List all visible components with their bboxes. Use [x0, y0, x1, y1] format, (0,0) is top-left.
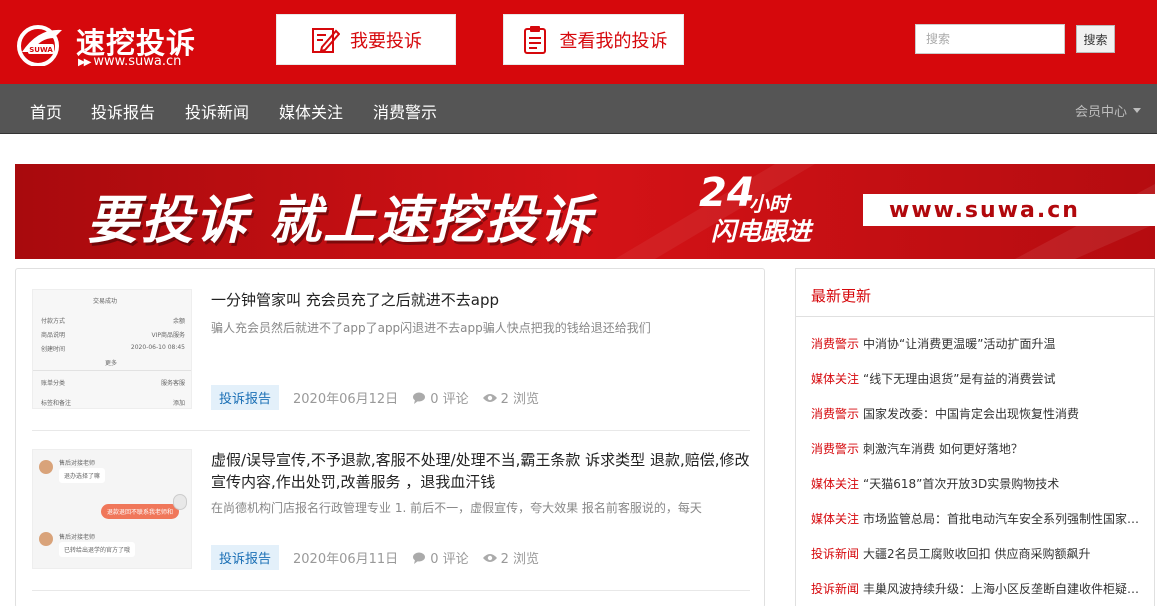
banner-url-strip: www.suwa.cn: [863, 194, 1155, 226]
banner-headline: 要投诉 就上速挖投诉: [87, 191, 594, 251]
logo-url-text: www.suwa.cn: [93, 54, 182, 69]
thumb-bubble: 已转给出退学的官方了哦: [59, 542, 136, 557]
article-date: 2020年06月11日: [293, 552, 399, 567]
news-item[interactable]: 媒体关注 “天猫618”首次开放3D实景购物技术: [811, 475, 1141, 492]
site-logo[interactable]: SUWA 速挖投诉 ▶▶ www.suwa.cn: [14, 18, 204, 72]
complain-button-label: 我要投诉: [350, 30, 422, 52]
article-meta: 投诉报告 2020年06月12日 0 评论 2 浏览: [211, 385, 539, 410]
news-title: 市场监管总局：首批电动汽车安全系列强制性国家标准: [863, 512, 1141, 526]
article-summary: 骗人充会员然后就进不了app了app闪退进不去app骗人快点把我的钱给退还给我们: [211, 321, 651, 335]
category-tag[interactable]: 投诉报告: [211, 545, 280, 570]
member-center-dropdown[interactable]: 会员中心: [1075, 101, 1141, 120]
promo-banner[interactable]: 要投诉 就上速挖投诉 24 小时 闪电跟进 www.suwa.cn: [15, 164, 1155, 259]
avatar: [173, 494, 187, 510]
news-category: 消费警示: [811, 337, 860, 351]
news-item[interactable]: 投诉新闻 大疆2名员工腐败收回扣 供应商采购额飙升: [811, 545, 1141, 562]
nav-media-attention[interactable]: 媒体关注: [279, 99, 343, 123]
comment-count: 0 评论: [412, 388, 469, 407]
news-title: 大疆2名员工腐败收回扣 供应商采购额飙升: [863, 547, 1091, 561]
latest-updates-header: 最新更新: [796, 269, 1154, 317]
member-center-label: 会员中心: [1074, 105, 1127, 120]
thumb-row: 商品说明 VIP商品服务: [41, 332, 185, 339]
thumb-row: 账单分类 服务客服: [41, 380, 185, 387]
thumb-bubble: 退款退回不联系我老师和: [101, 504, 180, 519]
news-title: 丰巢风波持续升级：上海小区反垄断自建收件柜疑遭封杀: [863, 582, 1141, 596]
thumb-title: 交易成功: [93, 298, 118, 305]
search-button[interactable]: 搜索: [1076, 25, 1115, 53]
news-category: 媒体关注: [811, 372, 860, 386]
news-category: 投诉新闻: [811, 547, 860, 561]
news-category: 媒体关注: [811, 512, 860, 526]
nav-complaint-news[interactable]: 投诉新闻: [185, 99, 249, 123]
banner-url: www.suwa.cn: [889, 197, 1080, 223]
main-nav: 首页 投诉报告 投诉新闻 媒体关注 消费警示 会员中心: [0, 84, 1157, 134]
thumb-name: 售后对接老师: [59, 534, 96, 541]
article-summary: 在尚德机构门店报名行政管理专业 1. 前后不一，虚假宣传，夸大效果 报名前客服说…: [211, 501, 702, 515]
news-item[interactable]: 消费警示 中消协“让消费更温暖”活动扩面升温: [811, 335, 1141, 352]
banner-follow-text: 闪电跟进: [711, 217, 812, 246]
news-category: 消费警示: [811, 407, 860, 421]
comment-count: 0 评论: [412, 548, 469, 567]
news-title: “线下无理由退货”是有益的消费尝试: [863, 372, 1056, 386]
thumb-row: 付款方式 余额: [41, 318, 185, 325]
article-list: 交易成功 付款方式 余额 商品说明 VIP商品服务 创建时间 2020-06-10 0…: [15, 268, 765, 606]
banner-24-number: 24: [699, 170, 755, 216]
eye-icon: [482, 393, 497, 402]
caret-down-icon: [1133, 108, 1141, 113]
nav-home[interactable]: 首页: [30, 99, 62, 123]
news-title: 国家发改委：中国肯定会出现恢复性消费: [863, 407, 1080, 421]
news-item[interactable]: 媒体关注 市场监管总局：首批电动汽车安全系列强制性国家标准: [811, 510, 1141, 527]
my-complaints-button[interactable]: 查看我的投诉: [503, 14, 684, 65]
complain-button[interactable]: 我要投诉: [276, 14, 456, 65]
logo-url: ▶▶ www.suwa.cn: [78, 54, 181, 69]
article-date: 2020年06月12日: [293, 392, 399, 407]
thumb-row: 标签和备注 添加: [41, 400, 185, 407]
logo-badge-text: SUWA: [29, 46, 53, 54]
view-count: 2 浏览: [482, 548, 539, 567]
my-complaints-button-label: 查看我的投诉: [559, 30, 668, 52]
news-item[interactable]: 消费警示 刺激汽车消费 如何更好落地？: [811, 440, 1141, 457]
avatar: [39, 460, 53, 474]
news-title: 中消协“让消费更温暖”活动扩面升温: [863, 337, 1056, 351]
article-item: 售后对接老师 退办选择了嘛 退款退回不联系我老师和 售后对接老师 已转给出退学的…: [32, 449, 750, 591]
news-category: 投诉新闻: [811, 582, 860, 596]
site-header: SUWA 速挖投诉 ▶▶ www.suwa.cn 我要投诉 查看我的投诉 搜索: [0, 0, 1157, 84]
article-title[interactable]: 虚假/误导宣传,不予退款,客服不处理/处理不当,霸王条款 诉求类型 退款,赔偿,…: [211, 449, 751, 493]
nav-complaint-reports[interactable]: 投诉报告: [91, 99, 155, 123]
double-arrow-icon: ▶▶: [78, 57, 91, 68]
news-item[interactable]: 投诉新闻 丰巢风波持续升级：上海小区反垄断自建收件柜疑遭封杀: [811, 580, 1141, 597]
news-title: “天猫618”首次开放3D实景购物技术: [863, 477, 1060, 491]
banner-24h-badge: 24 小时 闪电跟进: [693, 170, 853, 250]
avatar: [39, 532, 53, 546]
thumb-row: 创建时间 2020-06-10 08:45: [41, 344, 185, 353]
clipboard-icon: [523, 25, 546, 54]
comment-icon: [413, 552, 426, 564]
search-input[interactable]: [915, 24, 1065, 54]
news-item[interactable]: 消费警示 国家发改委：中国肯定会出现恢复性消费: [811, 405, 1141, 422]
edit-form-icon: [312, 27, 340, 53]
news-item[interactable]: 媒体关注 “线下无理由退货”是有益的消费尝试: [811, 370, 1141, 387]
eye-icon: [482, 553, 497, 562]
logo-mark-icon: SUWA: [17, 25, 62, 66]
article-item: 交易成功 付款方式 余额 商品说明 VIP商品服务 创建时间 2020-06-10 0…: [32, 289, 750, 431]
article-thumbnail[interactable]: 售后对接老师 退办选择了嘛 退款退回不联系我老师和 售后对接老师 已转给出退学的…: [32, 449, 192, 569]
news-category: 媒体关注: [811, 477, 860, 491]
thumb-more: 更多: [105, 360, 118, 367]
thumb-bubble: 退办选择了嘛: [59, 468, 106, 483]
article-title[interactable]: 一分钟管家叫 充会员充了之后就进不去app: [211, 289, 751, 311]
latest-updates-panel: 最新更新 消费警示 中消协“让消费更温暖”活动扩面升温 媒体关注 “线下无理由退货”…: [795, 268, 1155, 606]
latest-updates-title: 最新更新: [811, 287, 872, 305]
article-thumbnail[interactable]: 交易成功 付款方式 余额 商品说明 VIP商品服务 创建时间 2020-06-10 0…: [32, 289, 192, 409]
view-count: 2 浏览: [482, 388, 539, 407]
thumb-name: 售后对接老师: [59, 460, 96, 467]
news-title: 刺激汽车消费 如何更好落地？: [863, 442, 1023, 456]
nav-consumer-warnings[interactable]: 消费警示: [373, 99, 437, 123]
news-category: 消费警示: [811, 442, 860, 456]
article-meta: 投诉报告 2020年06月11日 0 评论 2 浏览: [211, 545, 539, 570]
comment-icon: [413, 392, 426, 404]
category-tag[interactable]: 投诉报告: [211, 385, 280, 410]
